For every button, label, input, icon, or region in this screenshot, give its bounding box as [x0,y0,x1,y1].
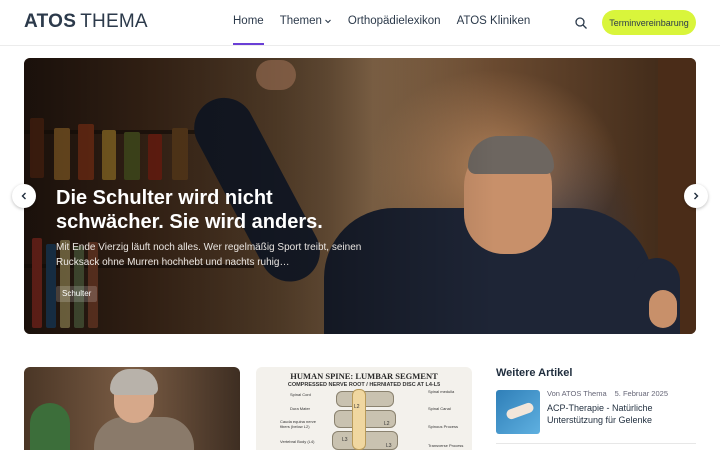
diagram-label: Transverse Process [428,443,464,448]
person-hair [110,369,158,395]
diagram-label: Spinous Process [428,424,459,429]
hero-excerpt: Mit Ende Vierzig läuft noch alles. Wer r… [56,242,362,268]
nav-atos-kliniken[interactable]: ATOS Kliniken [457,15,531,27]
site-header: ATOS THEMA Home Themen Orthopädielexikon… [0,0,720,46]
appointment-button[interactable]: Terminvereinbarung [602,10,696,35]
vertebra-label: L2 [354,404,360,410]
article-date: 5. Februar 2025 [614,389,668,398]
site-logo[interactable]: ATOS THEMA [24,11,148,33]
search-icon[interactable] [574,16,588,30]
sidebar-title: Weitere Artikel [496,367,573,379]
article-meta: Von ATOS Thema 5. Februar 2025 [547,389,668,398]
person-body [94,417,194,450]
article-card-image[interactable] [24,367,240,450]
vertebra-label: L2 [384,421,390,427]
vertebra-label: L3 [342,437,348,443]
chevron-right-icon [694,192,699,200]
diagram-label: Spinal Cord [290,392,311,397]
vertebra-label: L3 [386,443,392,449]
slider-next-button[interactable] [684,184,708,208]
article-author: Von ATOS Thema [547,389,607,398]
diagram-label: Spinal Canal [428,406,451,411]
nav-themen-label: Themen [279,15,322,27]
article-card-diagram[interactable]: HUMAN SPINE: LUMBAR SEGMENT COMPRESSED N… [256,367,472,450]
plant [30,403,70,450]
main-nav: Home Themen Orthopädielexikon ATOS Klini… [233,15,546,45]
article-headline[interactable]: ACP-Therapie - Natürliche Unterstützung … [547,402,697,426]
nav-themen[interactable]: Themen [280,15,332,27]
diagram-label: Spinal medulla [428,389,455,394]
thumbnail-figure [505,401,535,421]
diagram-label: Dura Mater [290,406,311,411]
logo-word: THEMA [80,11,148,32]
diagram-label: Cauda equina nerve fibers (below L2) [280,419,317,429]
chevron-down-icon [324,19,331,24]
hero-title[interactable]: Die Schulter wird nicht schwächer. Sie w… [56,186,376,234]
nav-home[interactable]: Home [233,15,264,45]
diagram-title: HUMAN SPINE: LUMBAR SEGMENT [290,371,438,381]
slider-prev-button[interactable] [12,184,36,208]
nav-orthopaedielexikon[interactable]: Orthopädielexikon [348,15,441,27]
article-thumbnail[interactable] [496,390,540,434]
logo-brand: ATOS [24,11,77,32]
chevron-left-icon [21,192,26,200]
category-tag[interactable]: Schulter [56,286,98,302]
hero-slider[interactable]: Die Schulter wird nicht schwächer. Sie w… [24,58,696,334]
sidebar-article[interactable]: Von ATOS Thema 5. Februar 2025 ACP-Therap… [496,388,696,444]
diagram-subtitle: COMPRESSED NERVE ROOT / HERNIATED DISC A… [287,382,441,388]
spinal-cord [352,389,366,450]
diagram-label: Vertebral Body (L4) [280,439,315,444]
